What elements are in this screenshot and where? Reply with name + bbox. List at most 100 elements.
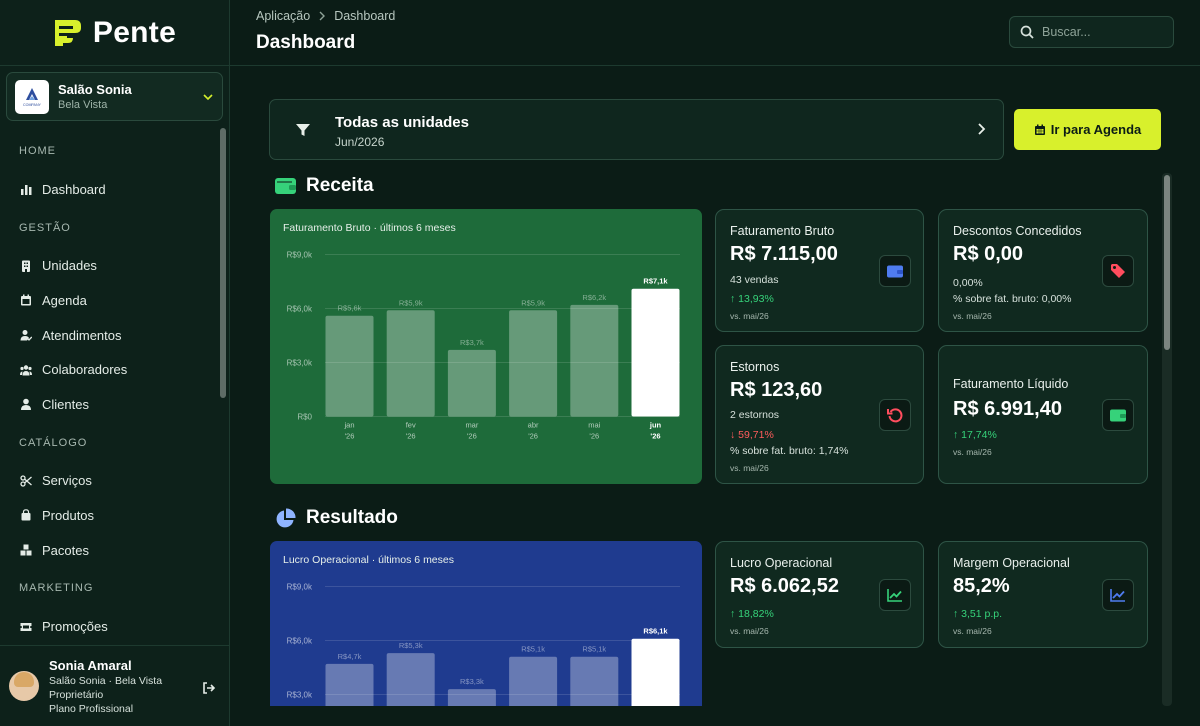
- chevron-down-icon[interactable]: [202, 91, 214, 103]
- kpi-value: R$ 123,60: [730, 379, 823, 401]
- y-tick-label: R$3,0k: [287, 691, 313, 700]
- sidebar-item-agenda[interactable]: Agenda: [0, 283, 218, 318]
- sidebar-item-unidades[interactable]: Unidades: [0, 249, 218, 284]
- sidebar-item-clientes[interactable]: Clientes: [0, 387, 218, 422]
- org-switcher[interactable]: COMPANY Salão Sonia Bela Vista: [6, 72, 223, 121]
- kpi-change: ↑ 13,93%: [730, 293, 774, 305]
- scissors-icon: [19, 474, 33, 488]
- company-logo-icon: COMPANY: [23, 87, 42, 107]
- sidebar-item-label: Serviços: [42, 473, 92, 489]
- kpi-label: Lucro Operacional: [730, 556, 833, 570]
- bar-value-label: R$7,1k: [643, 277, 668, 286]
- calendar-icon: [19, 293, 33, 307]
- sidebar-nav: HOME Dashboard GESTÃO Unidades Agenda Atendim…: [0, 130, 218, 644]
- page-title: Dashboard: [256, 32, 356, 53]
- filter-title: Todas as unidades: [335, 114, 469, 131]
- go-to-agenda-label: Ir para Agenda: [1050, 122, 1142, 137]
- kpi-percent: 0,00%: [953, 277, 983, 289]
- breadcrumb-item-aplicacao[interactable]: Aplicação: [256, 9, 310, 23]
- bar[interactable]: [570, 656, 619, 706]
- unit-filter[interactable]: Todas as unidades Jun/2026: [269, 99, 1004, 160]
- sidebar-item-servicos[interactable]: Serviços: [0, 464, 218, 499]
- sidebar-item-produtos[interactable]: Produtos: [0, 498, 218, 533]
- sidebar-item-label: Promoções: [42, 619, 108, 635]
- x-tick-label: mai: [588, 421, 600, 430]
- kpi-change: ↑ 18,82%: [730, 608, 774, 620]
- y-tick-label: R$3,0k: [287, 359, 313, 368]
- sidebar-item-atendimentos[interactable]: Atendimentos: [0, 318, 218, 353]
- user-icon: [19, 397, 33, 411]
- search-box[interactable]: [1009, 16, 1174, 48]
- kpi-comparison: vs. mai/26: [953, 626, 992, 636]
- bar-value-label: R$6,1k: [643, 627, 668, 636]
- x-tick-label: fev: [406, 421, 416, 430]
- sidebar-item-label: Atendimentos: [42, 327, 122, 343]
- user-profile[interactable]: Sonia Amaral Salão Sonia · Bela Vista Pr…: [0, 645, 230, 726]
- y-tick-label: R$6,0k: [287, 637, 313, 646]
- nav-section-title: HOME: [19, 145, 56, 157]
- sidebar-item-label: Clientes: [42, 396, 89, 412]
- sidebar-scrollbar[interactable]: [220, 128, 226, 644]
- section-receita-title: Receita: [306, 175, 374, 196]
- bar[interactable]: [631, 638, 680, 706]
- sidebar-item-label: Dashboard: [42, 181, 106, 197]
- bar[interactable]: [386, 310, 435, 417]
- kpi-comparison: vs. mai/26: [953, 447, 992, 457]
- bag-icon: [19, 508, 33, 522]
- bar[interactable]: [325, 663, 374, 706]
- main-scrollbar[interactable]: [1162, 173, 1172, 706]
- kpi-label: Faturamento Líquido: [953, 377, 1069, 391]
- y-tick-label: R$9,0k: [287, 251, 313, 260]
- undo-icon: [879, 399, 911, 431]
- x-tick-year-label: '26: [345, 432, 355, 441]
- y-tick-label: R$9,0k: [287, 583, 313, 592]
- logout-icon[interactable]: [202, 681, 216, 695]
- kpi-label: Descontos Concedidos: [953, 224, 1082, 238]
- resultado-bar-chart: R$3,0k R$6,0k R$9,0k R$4,7k R$5,3k R$3,3k R$5,…: [287, 583, 680, 706]
- sidebar-item-dashboard[interactable]: Dashboard: [0, 172, 218, 207]
- sidebar-item-promocoes[interactable]: Promoções: [0, 609, 218, 644]
- bar[interactable]: [570, 304, 619, 417]
- nav-section-title: CATÁLOGO: [19, 436, 88, 449]
- user-plan: Plano Profissional: [49, 703, 134, 715]
- x-tick-label: jan: [343, 421, 354, 430]
- x-tick-year-label: '26: [406, 432, 416, 441]
- chevron-right-icon: [978, 123, 986, 135]
- avatar: [9, 671, 39, 701]
- bar-value-label: R$3,3k: [460, 677, 484, 686]
- go-to-agenda-button[interactable]: Ir para Agenda: [1014, 109, 1161, 150]
- pie-chart-icon: [276, 507, 296, 527]
- bar-value-label: R$5,1k: [521, 645, 545, 654]
- search-input[interactable]: [1042, 25, 1162, 39]
- bar[interactable]: [325, 315, 374, 417]
- kpi-comparison: vs. mai/26: [730, 626, 769, 636]
- brand-name: Pente: [92, 15, 177, 49]
- brand-logo[interactable]: Pente: [0, 0, 229, 66]
- section-receita: Receita: [275, 175, 374, 197]
- sidebar-item-colaboradores[interactable]: Colaboradores: [0, 352, 218, 387]
- kpi-share: % sobre fat. bruto: 0,00%: [953, 293, 1072, 305]
- kpi-comparison: vs. mai/26: [953, 311, 992, 321]
- users-icon: [19, 363, 33, 377]
- org-subtitle: Bela Vista: [58, 99, 108, 111]
- bar[interactable]: [447, 349, 496, 417]
- bar[interactable]: [509, 310, 558, 417]
- x-tick-year-label: '26: [589, 432, 599, 441]
- chevron-right-icon: [319, 11, 326, 21]
- bar[interactable]: [509, 656, 558, 706]
- x-tick-year-label: '26: [650, 432, 660, 441]
- nav-section-title: MARKETING: [19, 582, 94, 595]
- sidebar-item-label: Colaboradores: [42, 362, 128, 378]
- bar[interactable]: [447, 689, 496, 706]
- nav-section-title: GESTÃO: [19, 221, 71, 234]
- kpi-change: ↓ 59,71%: [730, 429, 774, 441]
- pente-logo-icon: [54, 19, 81, 46]
- bar[interactable]: [386, 653, 435, 706]
- bar[interactable]: [631, 288, 680, 417]
- bar-chart-icon: [19, 182, 33, 196]
- sidebar-item-pacotes[interactable]: Pacotes: [0, 533, 218, 568]
- y-tick-label: R$0: [297, 413, 312, 422]
- org-logo: COMPANY: [15, 79, 49, 114]
- filter-period: Jun/2026: [335, 135, 385, 149]
- kpi-comparison: vs. mai/26: [730, 311, 769, 321]
